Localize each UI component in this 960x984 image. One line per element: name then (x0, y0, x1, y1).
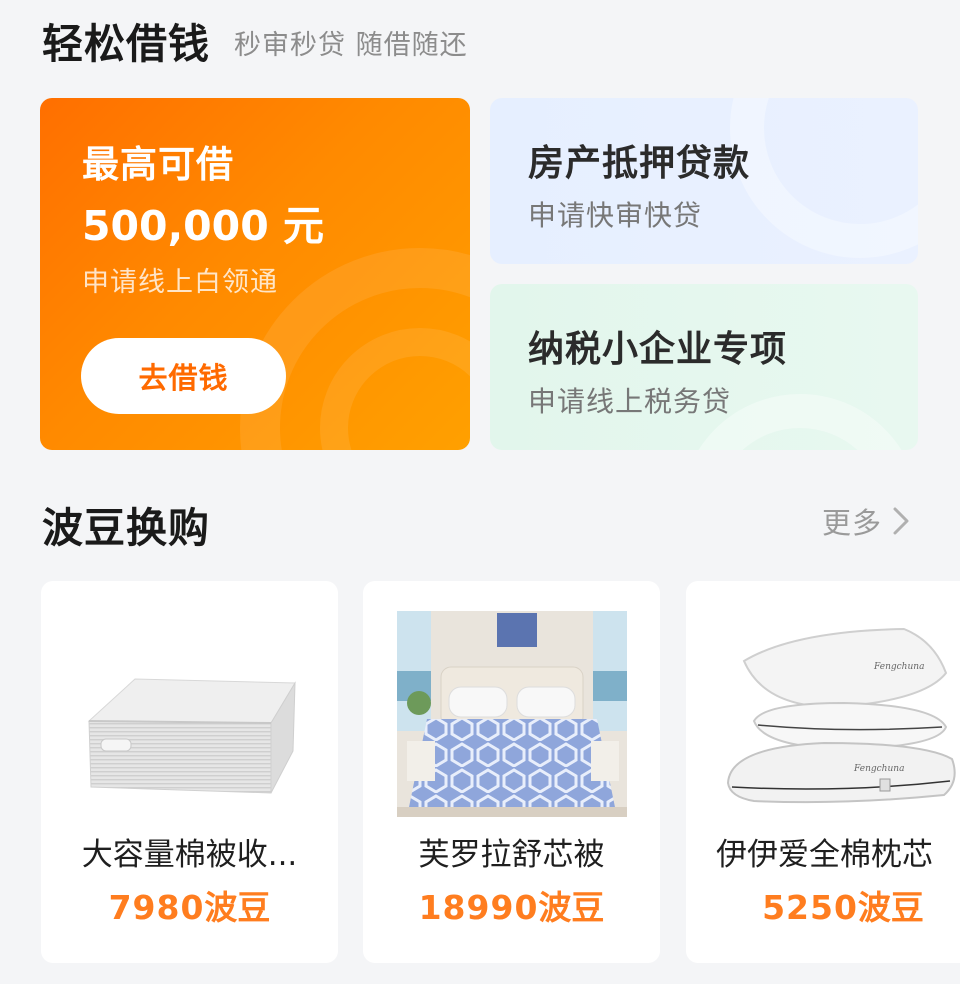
mortgage-loan-card[interactable]: 房产抵押贷款 申请快审快贷 (490, 98, 918, 264)
borrow-button[interactable]: 去借钱 (81, 338, 286, 414)
product-card[interactable]: Fengchuna Fengchuna 伊伊爱全棉枕芯 5250波豆 (686, 581, 960, 963)
page: 轻松借钱 秒审秒贷 随借随还 最高可借 500,000 元 申请线上白领通 去借… (0, 0, 960, 984)
easy-loan-title: 轻松借钱 (42, 20, 210, 68)
chevron-right-icon (893, 507, 909, 535)
more-link[interactable]: 更多 (822, 500, 910, 542)
price-unit: 波豆 (857, 888, 924, 927)
bodou-exchange-title: 波豆换购 (42, 504, 210, 552)
product-name: 大容量棉被收... (81, 837, 298, 873)
mortgage-loan-title: 房产抵押贷款 (528, 143, 751, 184)
product-card[interactable]: 芙罗拉舒芯被 18990波豆 (363, 581, 660, 963)
product-price: 18990波豆 (363, 881, 660, 929)
product-price: 7980波豆 (41, 881, 338, 929)
easy-loan-subtitle: 秒审秒贷 随借随还 (234, 29, 468, 61)
decor-ring (730, 98, 918, 258)
pillows-image: Fengchuna Fengchuna (726, 627, 956, 804)
loan-max-amount: 500,000 元 (82, 202, 325, 250)
loan-desc: 申请线上白领通 (82, 267, 278, 298)
loan-max-label: 最高可借 (82, 143, 234, 186)
more-label: 更多 (822, 506, 883, 540)
comforter-bedroom-image (397, 611, 627, 817)
product-name: 芙罗拉舒芯被 (418, 837, 605, 873)
product-name: 伊伊爱全棉枕芯 (716, 837, 933, 873)
mortgage-loan-desc: 申请快审快贷 (528, 199, 703, 232)
loan-main-card[interactable]: 最高可借 500,000 元 申请线上白领通 去借钱 (40, 98, 470, 450)
price-value: 5250 (762, 888, 858, 927)
price-unit: 波豆 (204, 888, 271, 927)
storage-bag-image (87, 678, 296, 794)
tax-loan-desc: 申请线上税务贷 (528, 385, 732, 418)
tax-loan-card[interactable]: 纳税小企业专项 申请线上税务贷 (490, 284, 918, 450)
price-value: 7980 (108, 888, 205, 927)
easy-loan-header: 轻松借钱 秒审秒贷 随借随还 (42, 10, 468, 70)
product-card[interactable]: 大容量棉被收... 7980波豆 (41, 581, 338, 963)
product-price: 5250波豆 (686, 881, 960, 929)
svg-text:Fengchuna: Fengchuna (873, 662, 924, 672)
price-unit: 波豆 (538, 888, 605, 927)
price-value: 18990 (418, 888, 539, 927)
tax-loan-title: 纳税小企业专项 (528, 329, 788, 370)
svg-text:Fengchuna: Fengchuna (853, 764, 904, 774)
